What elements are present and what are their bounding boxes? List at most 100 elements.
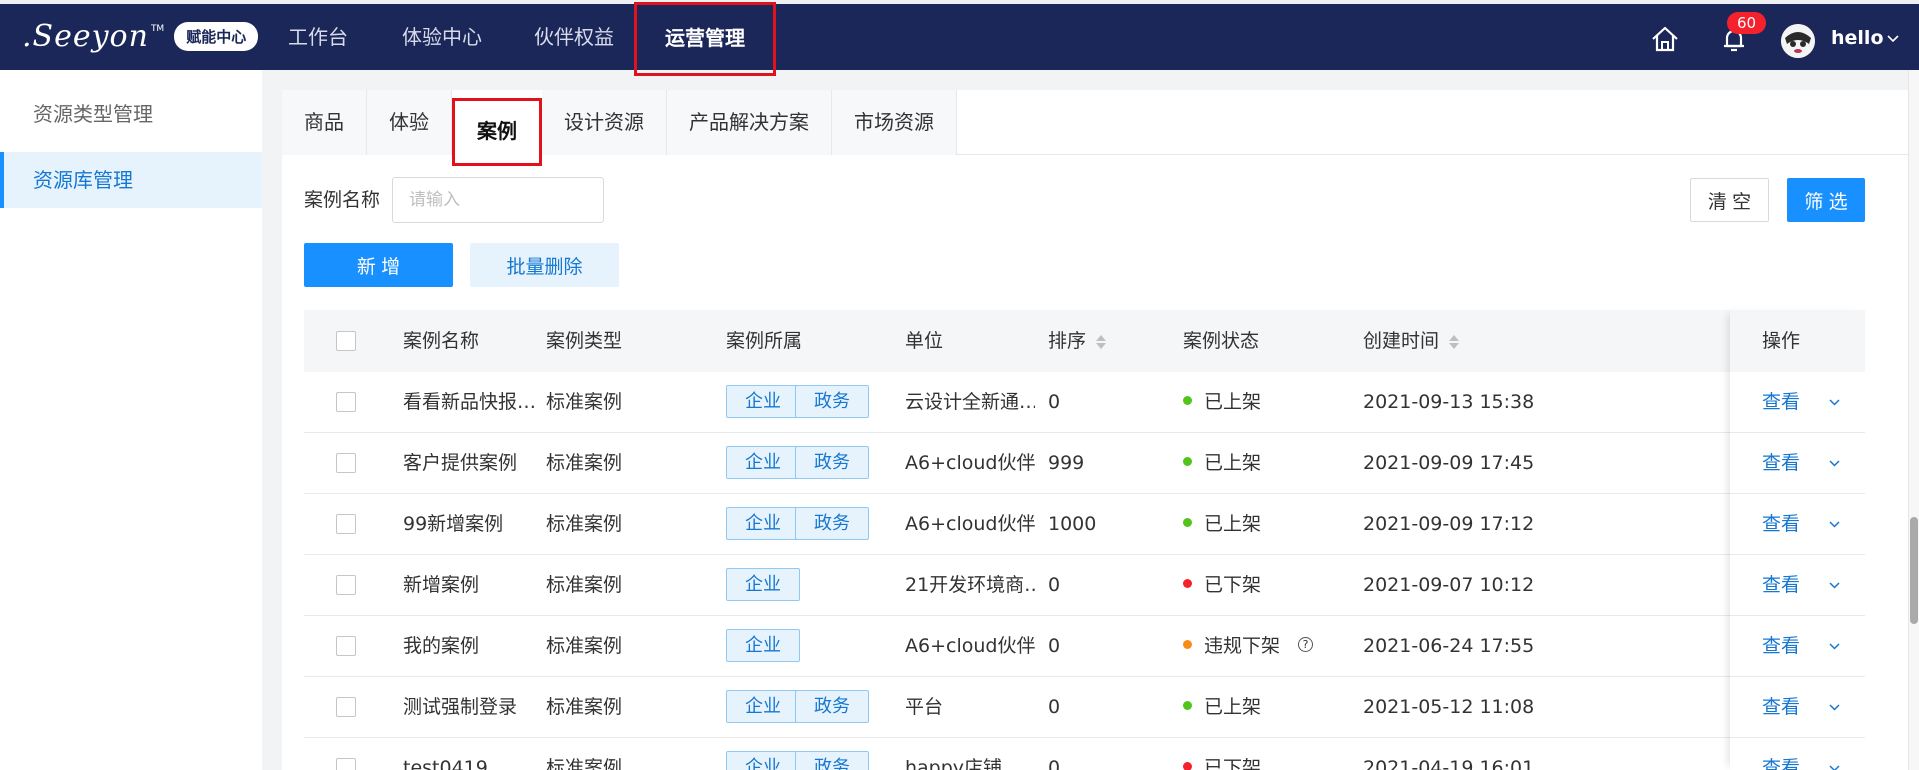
- operations-cell: 查看: [1730, 738, 1865, 770]
- case-name-cell: 新增案例: [403, 574, 480, 596]
- chevron-down-icon[interactable]: [1828, 396, 1841, 409]
- belong-tag: 企业: [726, 385, 800, 418]
- page-scrollbar-thumb[interactable]: [1910, 517, 1918, 624]
- status-dot: [1183, 701, 1192, 710]
- view-link[interactable]: 查看: [1762, 433, 1800, 493]
- status-dot: [1183, 457, 1192, 466]
- order-cell: 1000: [1048, 513, 1097, 535]
- column-header-created[interactable]: 创建时间: [1363, 310, 1460, 372]
- case-type-cell: 标准案例: [546, 513, 623, 535]
- chevron-down-icon[interactable]: [1886, 32, 1900, 46]
- created-time-cell: 2021-09-07 10:12: [1363, 574, 1535, 596]
- home-icon[interactable]: [1650, 24, 1680, 54]
- column-header-created-label: 创建时间: [1363, 330, 1440, 352]
- nav-item-experience-center[interactable]: 体验中心: [402, 4, 482, 70]
- column-header-unit: 单位: [905, 330, 944, 352]
- clear-button[interactable]: 清 空: [1690, 178, 1769, 222]
- status-cell: 已下架: [1183, 555, 1353, 615]
- case-type-cell: 标准案例: [546, 635, 623, 657]
- tab-cases[interactable]: 案例: [452, 98, 542, 166]
- operations-cell: 查看: [1730, 494, 1865, 555]
- operations-cell: 查看: [1730, 433, 1865, 494]
- view-link[interactable]: 查看: [1762, 738, 1800, 770]
- chevron-down-icon[interactable]: [1828, 457, 1841, 470]
- sidebar-item-resource-library-management[interactable]: 资源库管理: [0, 152, 262, 208]
- sidebar: 资源类型管理 资源库管理: [0, 70, 262, 770]
- page-scrollbar[interactable]: [1908, 70, 1919, 770]
- belong-tag: 政务: [795, 385, 869, 418]
- add-button[interactable]: 新 增: [304, 243, 453, 287]
- nav-item-partner-rights[interactable]: 伙伴权益: [534, 4, 614, 70]
- sidebar-item-resource-type-management[interactable]: 资源类型管理: [0, 86, 262, 142]
- row-checkbox[interactable]: [336, 636, 356, 656]
- table-row: 测试强制登录 标准案例 企业 政务 平台 0 已上架 2021-05-12 11:08: [304, 677, 1865, 738]
- view-link[interactable]: 查看: [1762, 677, 1800, 737]
- row-checkbox[interactable]: [336, 453, 356, 473]
- tab-goods[interactable]: 商品: [282, 90, 367, 155]
- avatar[interactable]: [1781, 24, 1815, 58]
- view-link[interactable]: 查看: [1762, 616, 1800, 676]
- chevron-down-icon[interactable]: [1828, 762, 1841, 770]
- status-cell: 已上架: [1183, 372, 1353, 432]
- row-checkbox[interactable]: [336, 758, 356, 770]
- row-checkbox[interactable]: [336, 575, 356, 595]
- table-header: 案例名称 案例类型 案例所属 单位 排序 案例状态 创建时间: [304, 310, 1865, 372]
- operations-column: 操作 查看 查看 查看 查看 查看 查看 查看: [1730, 310, 1865, 770]
- question-circle-icon[interactable]: ?: [1298, 637, 1314, 652]
- unit-cell: happy店铺: [905, 757, 1003, 770]
- row-checkbox[interactable]: [336, 697, 356, 717]
- chevron-down-icon[interactable]: [1828, 701, 1841, 714]
- batch-delete-button[interactable]: 批量删除: [470, 243, 619, 287]
- belong-tag: 政务: [795, 507, 869, 540]
- row-checkbox[interactable]: [336, 392, 356, 412]
- filter-button[interactable]: 筛 选: [1787, 178, 1865, 222]
- logo-badge: 赋能中心: [174, 21, 259, 51]
- operations-cell: 查看: [1730, 677, 1865, 738]
- unit-cell: 云设计全新通…: [905, 391, 1035, 413]
- status-dot: [1183, 579, 1192, 588]
- status-text: 已上架: [1204, 391, 1262, 413]
- username[interactable]: hello: [1831, 27, 1884, 49]
- view-link[interactable]: 查看: [1762, 494, 1800, 554]
- seeyon-logo[interactable]: .Seeyon TM 赋能中心: [22, 18, 259, 54]
- chevron-down-icon[interactable]: [1828, 518, 1841, 531]
- belong-tag: 企业: [726, 568, 800, 601]
- column-header-order[interactable]: 排序: [1048, 310, 1107, 372]
- tab-market-resources[interactable]: 市场资源: [832, 90, 957, 155]
- nav-item-operations[interactable]: 运营管理: [634, 2, 776, 76]
- view-link[interactable]: 查看: [1762, 372, 1800, 432]
- case-name-input[interactable]: [392, 177, 604, 223]
- table-row: test0419 标准案例 企业 政务 happy店铺 0 已下架 2021-04-19 16…: [304, 738, 1865, 770]
- status-text: 已上架: [1204, 696, 1262, 718]
- sort-icon[interactable]: [1096, 334, 1107, 350]
- belong-tag: 企业: [726, 690, 800, 723]
- order-cell: 0: [1048, 696, 1061, 718]
- created-time-cell: 2021-04-19 16:01: [1363, 757, 1535, 770]
- tab-product-solutions[interactable]: 产品解决方案: [667, 90, 832, 155]
- status-cell: 已上架: [1183, 433, 1353, 493]
- row-checkbox[interactable]: [336, 514, 356, 534]
- belong-tag: 企业: [726, 507, 800, 540]
- order-cell: 0: [1048, 757, 1061, 770]
- unit-cell: A6+cloud伙伴: [905, 513, 1035, 535]
- order-cell: 999: [1048, 452, 1085, 474]
- unit-cell: A6+cloud伙伴: [905, 635, 1035, 657]
- created-time-cell: 2021-09-09 17:12: [1363, 513, 1535, 535]
- nav-item-workbench[interactable]: 工作台: [288, 4, 348, 70]
- table-row: 新增案例 标准案例 企业 21开发环境商… 0 已下架 2021-09-07 10:12: [304, 555, 1865, 616]
- tab-experience[interactable]: 体验: [367, 90, 452, 155]
- status-dot: [1183, 640, 1192, 649]
- sort-icon[interactable]: [1449, 334, 1460, 350]
- chevron-down-icon[interactable]: [1828, 640, 1841, 653]
- tab-design-resources[interactable]: 设计资源: [542, 90, 667, 155]
- case-type-cell: 标准案例: [546, 452, 623, 474]
- case-type-cell: 标准案例: [546, 574, 623, 596]
- view-link[interactable]: 查看: [1762, 555, 1800, 615]
- notification-count-badge[interactable]: 60: [1727, 12, 1767, 34]
- select-all-checkbox[interactable]: [336, 331, 356, 351]
- case-name-cell: 测试强制登录: [403, 696, 518, 718]
- case-type-cell: 标准案例: [546, 391, 623, 413]
- chevron-down-icon[interactable]: [1828, 579, 1841, 592]
- case-name-cell: 客户提供案例: [403, 452, 518, 474]
- belong-tag: 政务: [795, 690, 869, 723]
